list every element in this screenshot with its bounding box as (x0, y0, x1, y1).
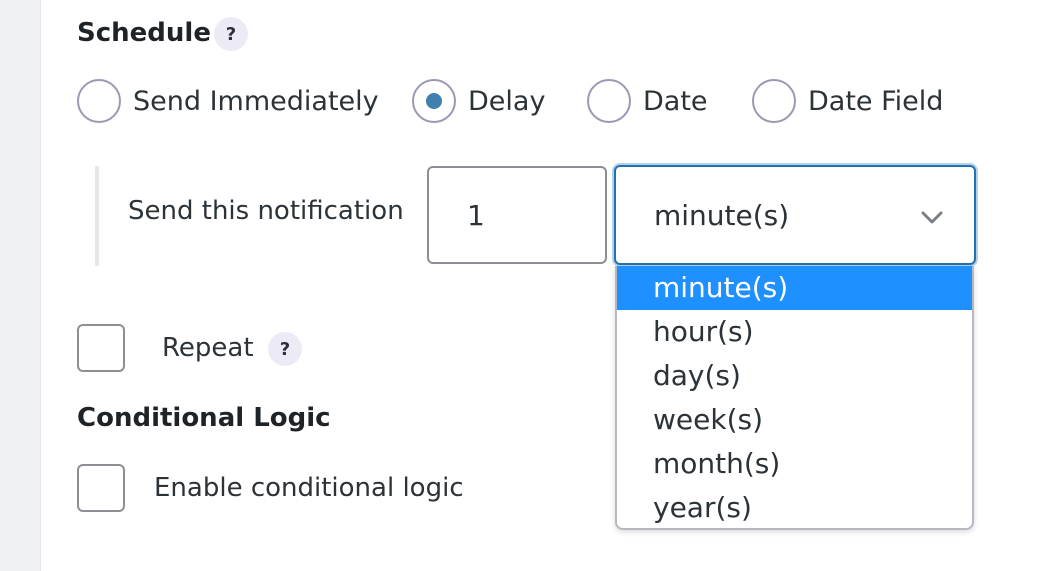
left-sidebar-edge (0, 0, 41, 571)
schedule-heading: Schedule (77, 18, 211, 48)
radio-label: Date (643, 85, 708, 117)
delay-unit-select[interactable]: minute(s) (614, 165, 976, 265)
dropdown-option-weeks[interactable]: week(s) (617, 398, 972, 442)
radio-date-field[interactable]: Date Field (752, 76, 943, 126)
radio-label: Delay (468, 85, 546, 117)
dropdown-option-days[interactable]: day(s) (617, 354, 972, 398)
radio-circle-checked-icon[interactable] (412, 79, 456, 123)
dropdown-option-months[interactable]: month(s) (617, 442, 972, 486)
radio-circle-icon[interactable] (77, 79, 121, 123)
dropdown-option-hours[interactable]: hour(s) (617, 310, 972, 354)
schedule-help-icon[interactable]: ? (214, 17, 248, 51)
radio-send-immediately[interactable]: Send Immediately (77, 76, 379, 126)
repeat-checkbox[interactable] (77, 324, 125, 372)
radio-circle-icon[interactable] (587, 79, 631, 123)
radio-date[interactable]: Date (587, 76, 708, 126)
radio-label: Date Field (808, 85, 944, 117)
conditional-logic-heading: Conditional Logic (77, 403, 331, 433)
repeat-label: Repeat (162, 333, 254, 363)
enable-conditional-logic-checkbox[interactable] (77, 464, 125, 512)
enable-conditional-logic-label: Enable conditional logic (154, 473, 464, 503)
delay-unit-dropdown-list: minute(s) hour(s) day(s) week(s) month(s… (615, 266, 974, 530)
delay-unit-selected-value: minute(s) (654, 198, 790, 232)
repeat-help-icon[interactable]: ? (268, 332, 302, 366)
dropdown-option-minutes[interactable]: minute(s) (617, 266, 972, 310)
delay-amount-input[interactable]: 1 (427, 166, 607, 264)
chevron-down-icon (921, 211, 943, 224)
radio-delay[interactable]: Delay (412, 76, 545, 126)
send-notification-label: Send this notification (128, 196, 404, 226)
delay-indent-bar (95, 166, 99, 266)
radio-circle-icon[interactable] (752, 79, 796, 123)
dropdown-option-years[interactable]: year(s) (617, 486, 972, 528)
radio-label: Send Immediately (133, 85, 379, 117)
